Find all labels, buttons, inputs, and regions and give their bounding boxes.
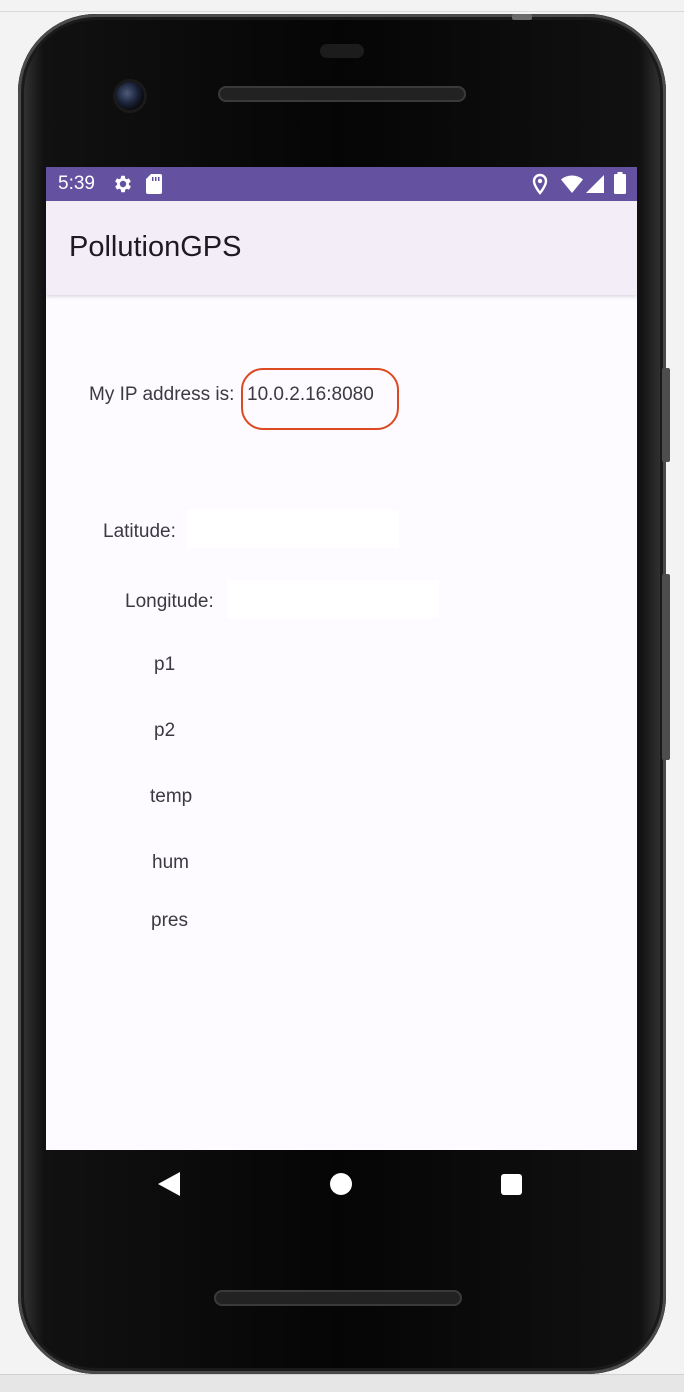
sd-card-icon xyxy=(146,174,162,194)
proximity-sensor xyxy=(320,44,364,58)
gear-icon xyxy=(115,175,131,193)
page-title: PollutionGPS xyxy=(69,231,242,263)
recents-icon[interactable] xyxy=(501,1174,522,1195)
back-icon[interactable] xyxy=(158,1172,180,1196)
location-icon xyxy=(532,173,548,195)
phone-top-antenna xyxy=(512,14,532,20)
app-bar: PollutionGPS xyxy=(46,201,637,295)
latitude-label: Latitude: xyxy=(103,521,176,542)
earpiece-speaker xyxy=(218,86,466,102)
cell-signal-icon xyxy=(586,175,604,193)
latitude-value-field xyxy=(187,510,399,548)
temp-reading: temp xyxy=(150,786,193,807)
longitude-label: Longitude: xyxy=(125,591,214,612)
hum-reading: hum xyxy=(152,852,189,873)
power-button[interactable] xyxy=(662,368,670,462)
window-top-divider xyxy=(0,11,684,12)
home-icon[interactable] xyxy=(330,1173,352,1195)
longitude-value-field xyxy=(227,580,439,618)
device-screen: 5:39 PollutionGPS My IP address is: 10.0… xyxy=(46,167,637,1150)
status-bar: 5:39 xyxy=(46,167,637,201)
ip-highlight-annotation xyxy=(241,368,399,430)
window-bottom-bar xyxy=(0,1374,684,1392)
p2-reading: p2 xyxy=(154,720,176,741)
ip-address-label: My IP address is: xyxy=(89,384,235,405)
p1-reading: p1 xyxy=(154,654,176,675)
volume-button[interactable] xyxy=(662,574,670,760)
status-time: 5:39 xyxy=(58,173,95,194)
wifi-icon xyxy=(561,175,583,193)
battery-icon xyxy=(614,172,626,194)
bottom-speaker xyxy=(214,1290,462,1306)
pres-reading: pres xyxy=(151,910,188,931)
front-camera-icon xyxy=(116,82,144,110)
